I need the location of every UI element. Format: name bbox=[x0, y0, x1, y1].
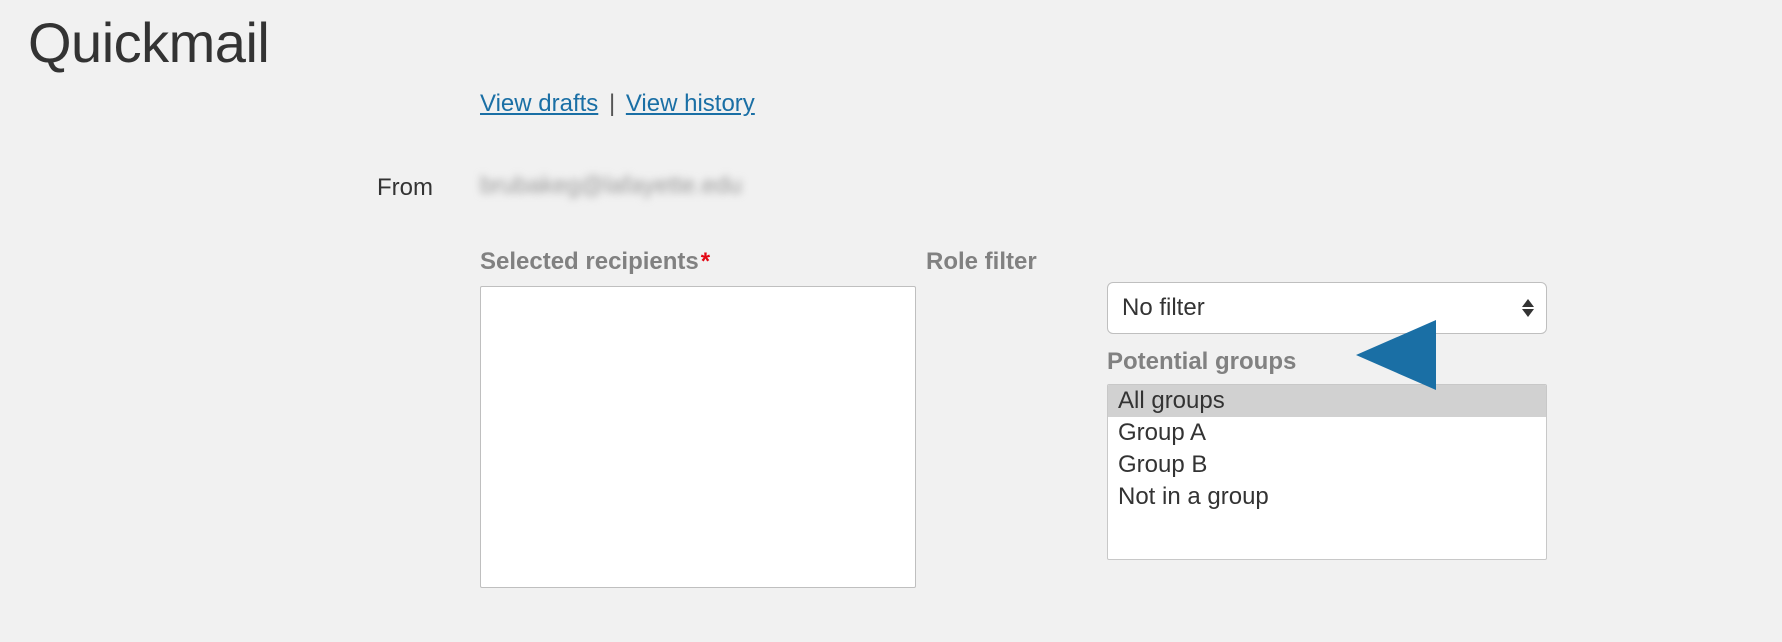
select-arrows-icon bbox=[1522, 299, 1534, 317]
potential-groups-option[interactable]: Not in a group bbox=[1108, 481, 1546, 513]
selected-recipients-label: Selected recipients* bbox=[480, 248, 710, 276]
from-value: brubakeg@lafayette.edu bbox=[480, 172, 742, 200]
potential-groups-option[interactable]: Group A bbox=[1108, 417, 1546, 449]
role-filter-label: Role filter bbox=[926, 248, 1037, 276]
potential-groups-listbox[interactable]: All groupsGroup AGroup BNot in a group bbox=[1107, 384, 1547, 560]
view-drafts-link[interactable]: View drafts bbox=[480, 90, 598, 117]
selected-recipients-text: Selected recipients bbox=[480, 248, 699, 275]
view-history-link[interactable]: View history bbox=[626, 90, 755, 117]
required-marker: * bbox=[701, 248, 710, 275]
role-filter-value: No filter bbox=[1122, 294, 1205, 322]
selected-recipients-listbox[interactable] bbox=[480, 286, 916, 588]
link-separator: | bbox=[609, 90, 615, 117]
potential-groups-option[interactable]: All groups bbox=[1108, 385, 1546, 417]
role-filter-select[interactable]: No filter bbox=[1107, 282, 1547, 334]
page-title: Quickmail bbox=[28, 10, 269, 75]
links-row: View drafts | View history bbox=[480, 90, 755, 118]
potential-groups-label: Potential groups bbox=[1107, 348, 1296, 376]
potential-groups-list: All groupsGroup AGroup BNot in a group bbox=[1108, 385, 1546, 513]
potential-groups-option[interactable]: Group B bbox=[1108, 449, 1546, 481]
from-label: From bbox=[377, 174, 433, 202]
